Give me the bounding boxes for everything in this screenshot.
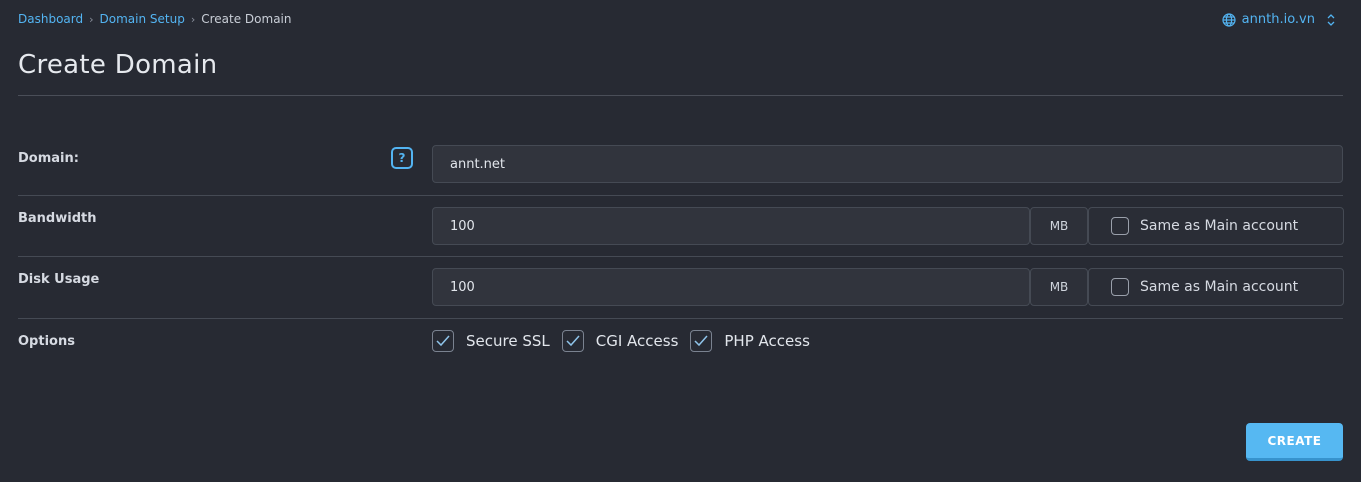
create-domain-page: Dashboard › Domain Setup › Create Domain… [0,0,1361,482]
page-title: Create Domain [18,50,218,80]
globe-icon [1222,12,1236,27]
bandwidth-row: Bandwidth MB Same as Main account [18,196,1344,257]
bandwidth-label: Bandwidth [18,211,97,226]
options-row: Options Secure SSL CGI Access PHP Access [18,319,1343,369]
php-access-checkbox[interactable] [690,330,713,352]
cgi-access-checkbox[interactable] [561,330,584,352]
breadcrumb-current: Create Domain [201,12,292,26]
disk-usage-same-label: Same as Main account [1140,279,1299,295]
options-label: Options [18,334,75,349]
account-name: annth.io.vn [1241,12,1315,27]
breadcrumb-dashboard-link[interactable]: Dashboard [18,12,83,26]
check-icon [566,335,580,347]
secure-ssl-label: Secure SSL [466,332,550,350]
bandwidth-same-as-main[interactable]: Same as Main account [1088,207,1344,245]
cgi-access-label: CGI Access [595,332,679,350]
secure-ssl-checkbox[interactable] [432,330,454,352]
bandwidth-input[interactable] [432,207,1030,245]
disk-usage-row: Disk Usage MB Same as Main account [18,257,1344,319]
disk-usage-label: Disk Usage [18,272,100,287]
option-php-access[interactable]: PHP Access [690,330,810,352]
breadcrumb-chevron-icon: › [89,12,94,26]
disk-usage-same-as-main[interactable]: Same as Main account [1088,268,1344,306]
domain-label: Domain: [18,151,79,166]
check-icon [694,335,708,347]
disk-usage-same-checkbox[interactable] [1111,278,1129,296]
breadcrumb-chevron-icon: › [190,12,196,26]
breadcrumb-domain-setup-link[interactable]: Domain Setup [100,12,185,26]
options-group: Secure SSL CGI Access PHP Access [432,330,810,352]
help-icon[interactable]: ? [391,147,413,169]
create-button[interactable]: CREATE [1246,423,1343,461]
account-switcher[interactable]: annth.io.vn [1222,12,1335,27]
domain-row: Domain: ? [18,135,1343,196]
disk-usage-unit: MB [1030,268,1088,306]
title-divider [18,95,1343,96]
top-bar: Dashboard › Domain Setup › Create Domain… [18,12,1343,30]
chevron-up-down-icon [1327,13,1335,26]
bandwidth-same-label: Same as Main account [1140,218,1299,234]
option-cgi-access[interactable]: CGI Access [561,330,679,352]
domain-input[interactable] [432,145,1343,183]
bandwidth-unit: MB [1030,207,1088,245]
option-secure-ssl[interactable]: Secure SSL [432,330,550,352]
check-icon [436,335,450,347]
php-access-label: PHP Access [724,332,810,350]
breadcrumb: Dashboard › Domain Setup › Create Domain [18,12,1343,26]
bandwidth-same-checkbox[interactable] [1111,217,1129,235]
disk-usage-input[interactable] [432,268,1030,306]
